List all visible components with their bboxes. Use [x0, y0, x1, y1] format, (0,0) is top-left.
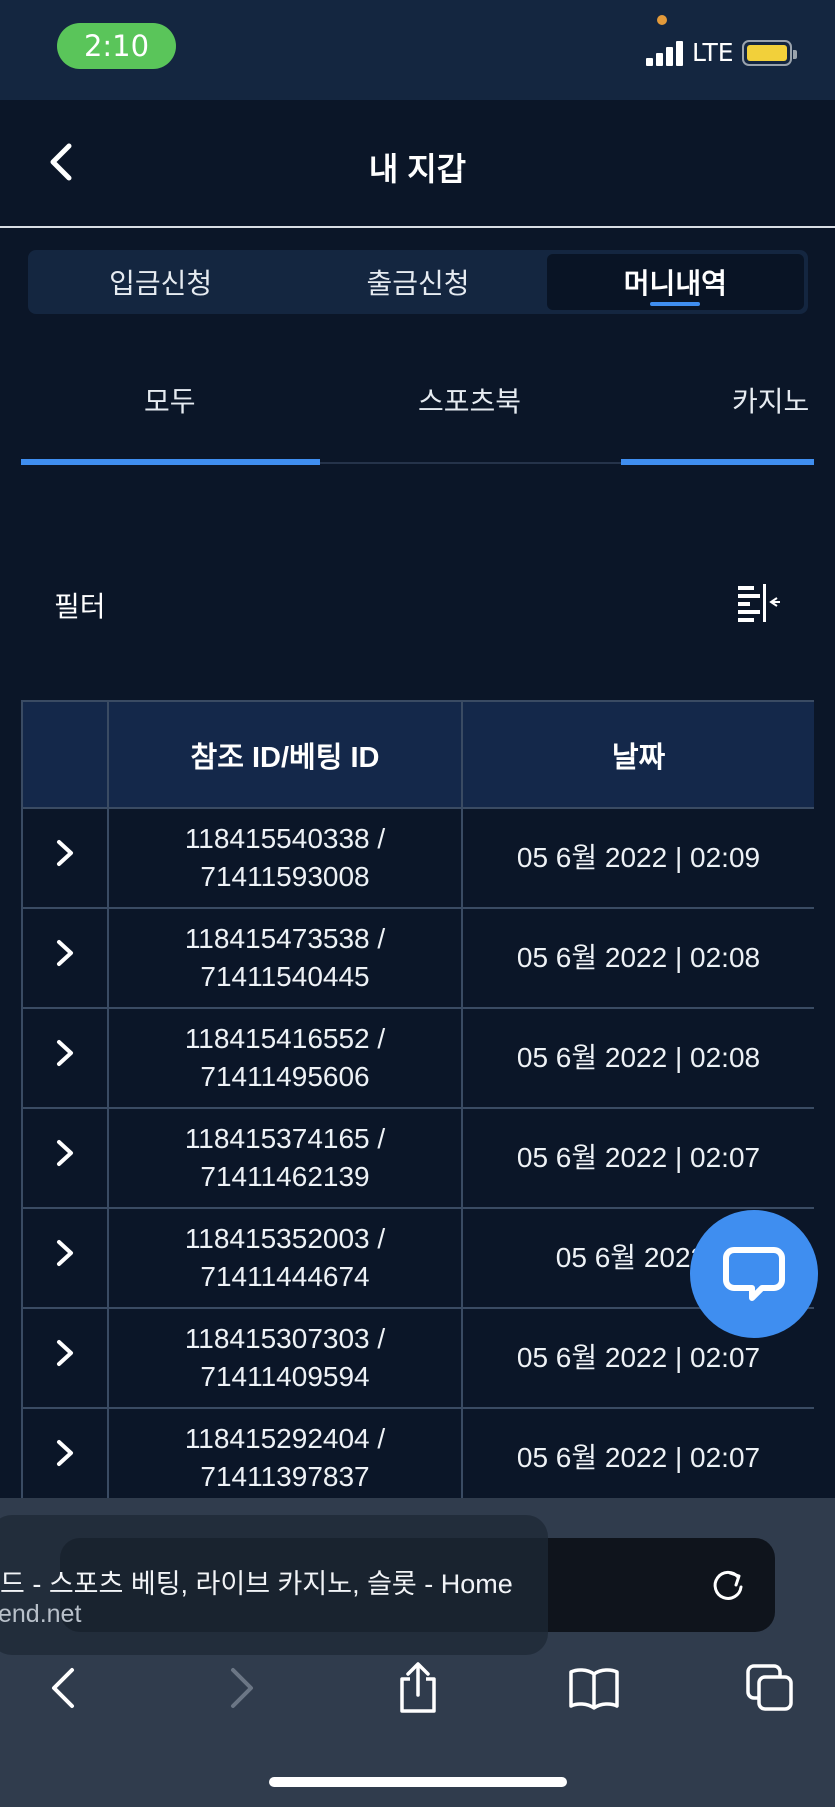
page-title-text: 드 - 스포츠 베팅, 라이브 카지노, 슬롯 - Home [0, 1569, 513, 1599]
subtab-casino[interactable]: 카지노 [732, 380, 809, 420]
chevron-right-icon [57, 1040, 73, 1066]
chat-bubble-icon [723, 1247, 785, 1301]
bet-id: 71411540445 [200, 961, 370, 992]
history-subtabs: 모두 스포츠북 카지노 [21, 360, 814, 465]
status-bar: 2:10 LTE [0, 0, 835, 100]
subtab-all-indicator [21, 459, 320, 465]
filter-label: 필터 [54, 591, 106, 622]
table-row[interactable]: 118415416552 / 71411495606 05 6월 2022 | 02… [21, 1007, 814, 1109]
header-ref-id: 참조 ID/베팅 ID [107, 700, 463, 809]
battery-icon [742, 40, 797, 66]
ref-id: 118415352003 / [184, 1223, 386, 1254]
page-url: end.net [0, 1600, 82, 1628]
book-icon [569, 1668, 619, 1710]
active-tab-indicator [650, 302, 701, 306]
chevron-right-icon [57, 1240, 73, 1266]
subtab-all[interactable]: 모두 [144, 380, 196, 420]
ref-bet-id-cell: 118415374165 / 71411462139 [107, 1107, 463, 1209]
chevron-right-icon [57, 1140, 73, 1166]
table-row[interactable]: 118415540338 / 71411593008 05 6월 2022 | 02… [21, 807, 814, 909]
tab-money-history[interactable]: 머니내역 [546, 254, 804, 310]
expand-row-button[interactable] [21, 1007, 109, 1109]
page-title: 내 지갑 [368, 151, 467, 187]
tabs-icon [746, 1664, 793, 1711]
chevron-right-icon [57, 840, 73, 866]
chevron-left-icon [52, 1668, 74, 1708]
ref-id: 118415374165 / [184, 1123, 386, 1154]
chevron-right-icon [57, 940, 73, 966]
share-icon [400, 1662, 436, 1713]
ref-bet-id-cell: 118415540338 / 71411593008 [107, 807, 463, 909]
share-button[interactable] [390, 1660, 446, 1716]
tabs-button[interactable] [742, 1660, 798, 1716]
bet-id: 71411409594 [200, 1361, 370, 1392]
chevron-right-icon [231, 1668, 253, 1708]
recording-indicator [657, 15, 667, 25]
ref-id: 118415540338 / [184, 823, 386, 854]
tab-label: 출금신청 [366, 268, 470, 299]
chevron-right-icon [57, 1340, 73, 1366]
table-header-row: 참조 ID/베팅 ID 날짜 [21, 700, 814, 809]
expand-row-button[interactable] [21, 1207, 109, 1309]
date-cell: 05 6월 2022 | 02:07 [461, 1407, 814, 1498]
wallet-tabs: 입금신청 출금신청 머니내역 [28, 250, 808, 314]
expand-row-button[interactable] [21, 807, 109, 909]
chevron-right-icon [57, 1440, 73, 1466]
browser-back-button[interactable] [35, 1660, 91, 1716]
date-cell: 05 6월 2022 | 02:08 [461, 1007, 814, 1109]
ref-id: 118415292404 / [184, 1423, 386, 1454]
date-cell: 05 6월 2022 | 02:08 [461, 907, 814, 1009]
ref-id: 118415307303 / [184, 1323, 386, 1354]
bet-id: 71411462139 [200, 1161, 370, 1192]
expand-row-button[interactable] [21, 1407, 109, 1498]
filter-toggle-icon[interactable] [732, 580, 782, 624]
subtab-casino-indicator [621, 459, 814, 465]
subtab-sportsbook[interactable]: 스포츠북 [418, 380, 521, 420]
money-history-table: 참조 ID/베팅 ID 날짜 118415540338 / 71411593008… [21, 700, 814, 1498]
ref-id: 118415473538 / [184, 923, 386, 954]
expand-row-button[interactable] [21, 1107, 109, 1209]
ref-id: 118415416552 / [184, 1023, 386, 1054]
date-cell: 05 6월 2022 | 02:09 [461, 807, 814, 909]
bet-id: 71411444674 [200, 1261, 370, 1292]
table-row[interactable]: 118415292404 / 71411397837 05 6월 2022 | 02… [21, 1407, 814, 1498]
live-chat-button[interactable] [690, 1210, 818, 1338]
network-type: LTE [692, 38, 734, 67]
bet-id: 71411495606 [200, 1061, 370, 1092]
tab-label: 입금신청 [109, 268, 213, 299]
browser-forward-button[interactable] [214, 1660, 270, 1716]
app-header: 내 지갑 [0, 100, 835, 228]
expand-row-button[interactable] [21, 907, 109, 1009]
table-row[interactable]: 118415473538 / 71411540445 05 6월 2022 | 02… [21, 907, 814, 1009]
bet-id: 71411397837 [200, 1461, 370, 1492]
ref-bet-id-cell: 118415473538 / 71411540445 [107, 907, 463, 1009]
cellular-signal-icon [646, 40, 686, 66]
table-row[interactable]: 118415307303 /71411409594 05 6월 2022 | 02… [21, 1307, 814, 1409]
ref-bet-id-cell: 118415292404 / 71411397837 [107, 1407, 463, 1498]
ref-bet-id-cell: 118415352003 / 71411444674 [107, 1207, 463, 1309]
reload-icon[interactable] [708, 1565, 748, 1605]
home-indicator [269, 1777, 567, 1787]
status-time: 2:10 [57, 23, 176, 69]
tab-withdraw[interactable]: 출금신청 [289, 254, 546, 310]
bet-id: 71411593008 [200, 861, 370, 892]
header-expand [21, 700, 109, 809]
ref-bet-id-cell: 118415307303 / 71411409594 [107, 1307, 463, 1409]
expand-row-button[interactable] [21, 1307, 109, 1409]
date-cell: 05 6월 2022 | 02:07 [461, 1107, 814, 1209]
header-date: 날짜 [461, 700, 814, 809]
table-row[interactable]: 118415374165 / 71411462139 05 6월 2022 | 02… [21, 1107, 814, 1209]
ref-bet-id-cell: 118415416552 / 71411495606 [107, 1007, 463, 1109]
tab-label: 머니내역 [623, 268, 727, 299]
bookmarks-button[interactable] [566, 1660, 622, 1716]
tab-deposit[interactable]: 입금신청 [32, 254, 289, 310]
